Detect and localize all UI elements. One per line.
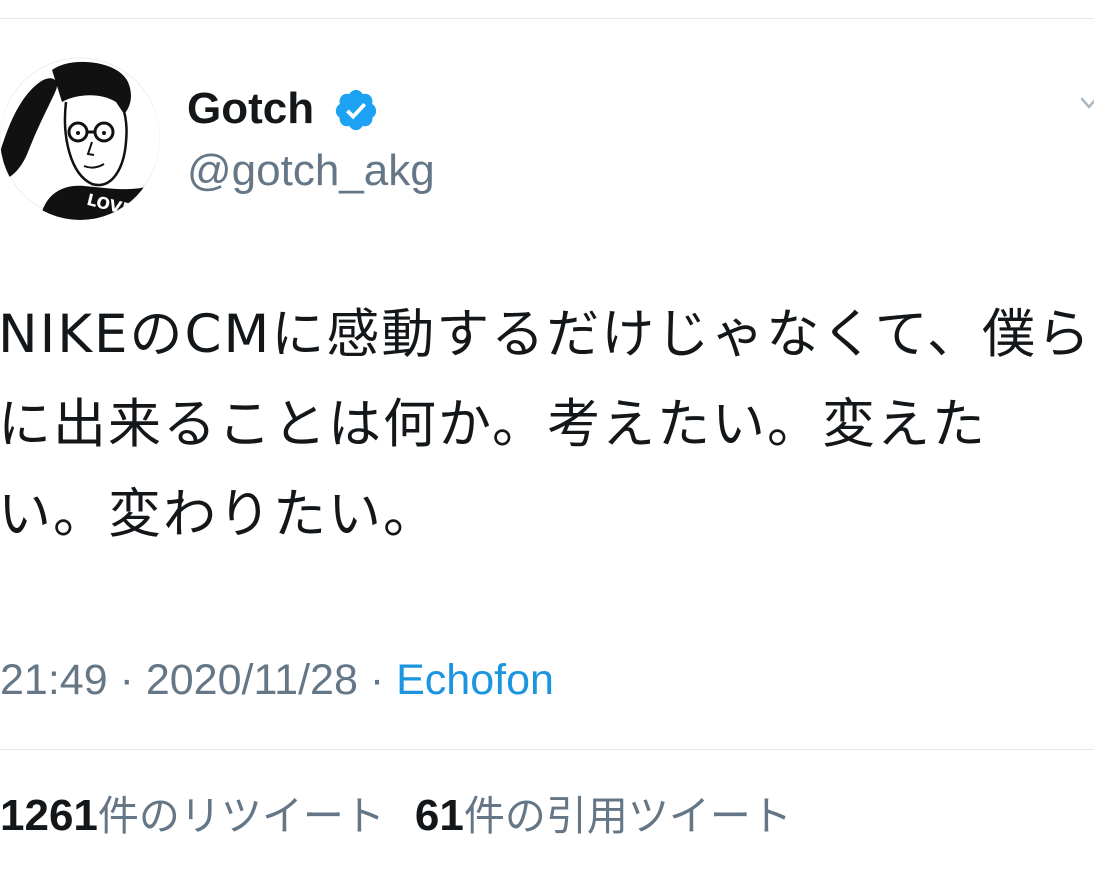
display-name[interactable]: Gotch [187, 82, 314, 136]
quotes-stat[interactable]: 61件の引用ツイート [414, 791, 792, 840]
top-divider [0, 18, 1094, 19]
tweet-date[interactable]: 2020/11/28 [146, 656, 358, 704]
stats-divider [0, 749, 1094, 750]
avatar-illustration: LOVE [0, 57, 160, 220]
tweet-time[interactable]: 21:49 [0, 656, 108, 704]
quotes-count: 61 [414, 791, 464, 840]
tweet-meta: 21:49 · 2020/11/28 · Echofon [0, 652, 554, 708]
tweet-source-link[interactable]: Echofon [396, 656, 554, 704]
user-handle[interactable]: @gotch_akg [187, 145, 435, 197]
quotes-label: 件の引用ツイート [463, 792, 792, 840]
verified-badge-icon [335, 89, 377, 131]
retweets-label: 件のリツイート [97, 792, 385, 840]
meta-separator: · [369, 656, 385, 704]
chevron-down-icon[interactable] [1080, 96, 1094, 110]
avatar[interactable]: LOVE [0, 56, 160, 220]
tweet-stats: 1261件のリツイート 61件の引用ツイート [0, 788, 792, 844]
tweet-text: NIKEのCMに感動するだけじゃなくて、僕らに出来ることは何か。考えたい。変えた… [0, 304, 1093, 545]
meta-separator: · [119, 656, 134, 704]
retweets-stat[interactable]: 1261件のリツイート [0, 791, 385, 840]
retweets-count: 1261 [0, 791, 98, 840]
